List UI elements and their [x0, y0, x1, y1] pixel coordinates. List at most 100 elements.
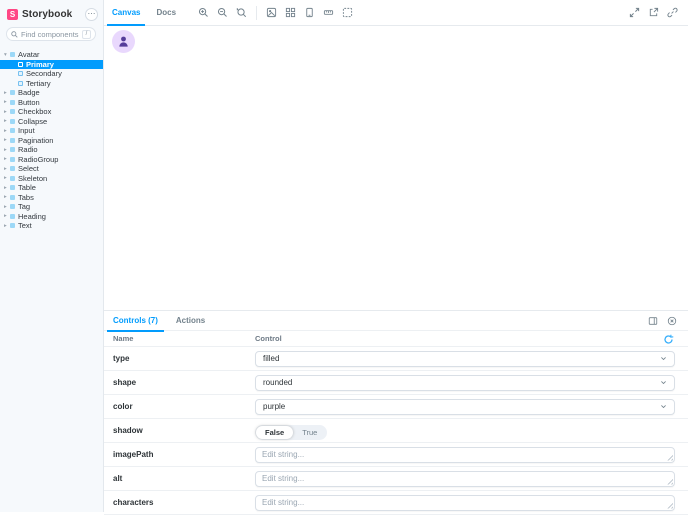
- component-icon: [10, 99, 15, 105]
- select-value: filled: [263, 354, 280, 363]
- args-table-rows: type filled shape rounded color purple shadow F…: [104, 347, 688, 515]
- sidebar-item-select[interactable]: ▸ Select: [0, 164, 103, 174]
- chevron-down-icon: [661, 357, 666, 361]
- sidebar-item-input[interactable]: ▸ Input: [0, 126, 103, 136]
- arg-control-cell: Edit string...: [255, 494, 688, 511]
- component-icon: [10, 52, 15, 58]
- brand-title: Storybook: [22, 8, 73, 20]
- sidebar-item-label: RadioGroup: [18, 154, 59, 164]
- sidebar-item-radiogroup[interactable]: ▸ RadioGroup: [0, 155, 103, 165]
- sidebar-item-badge[interactable]: ▸ Badge: [0, 88, 103, 98]
- control-row-imagepath: imagePath Edit string...: [104, 443, 688, 467]
- viewport-icon[interactable]: [303, 6, 317, 20]
- sidebar-item-label: Collapse: [18, 116, 48, 126]
- reset-controls-icon[interactable]: [663, 334, 674, 345]
- toggle-shadow[interactable]: False True: [255, 424, 328, 440]
- sidebar-item-pagination[interactable]: ▸ Pagination: [0, 136, 103, 146]
- story-label: Primary: [26, 59, 54, 69]
- menu-icon[interactable]: ⋯: [85, 7, 98, 21]
- resize-handle-icon[interactable]: [667, 502, 673, 509]
- arg-name: imagePath: [113, 450, 154, 459]
- text-input-characters[interactable]: Edit string...: [255, 494, 675, 511]
- zoom-out-icon[interactable]: [216, 6, 230, 20]
- sidebar-item-label: Checkbox: [18, 107, 52, 117]
- shortcut-key: /: [82, 29, 91, 39]
- close-panel-icon[interactable]: [665, 314, 679, 328]
- sidebar-item-checkbox[interactable]: ▸ Checkbox: [0, 107, 103, 117]
- arg-control-cell: Edit string...: [255, 470, 688, 487]
- sidebar-item-avatar[interactable]: ▾ Avatar: [0, 50, 103, 60]
- control-row-alt: alt Edit string...: [104, 467, 688, 491]
- zoom-in-icon[interactable]: [197, 6, 211, 20]
- story-icon: [18, 80, 23, 86]
- resize-handle-icon[interactable]: [667, 454, 673, 461]
- sidebar-story-primary[interactable]: Primary: [0, 59, 103, 69]
- brand-row: S Storybook ⋯: [7, 6, 98, 22]
- link-icon[interactable]: [666, 6, 680, 20]
- arg-control-cell: Edit string...: [255, 446, 688, 463]
- outline-icon[interactable]: [341, 6, 355, 20]
- component-icon: [10, 223, 15, 229]
- component-icon: [10, 118, 15, 124]
- background-icon[interactable]: [265, 6, 279, 20]
- component-icon: [10, 156, 15, 162]
- sidebar-item-collapse[interactable]: ▸ Collapse: [0, 117, 103, 127]
- tab-controls[interactable]: Controls (7): [104, 311, 167, 332]
- sidebar-item-text[interactable]: ▸ Text: [0, 221, 103, 231]
- select-value: purple: [263, 402, 286, 411]
- panel-position-icon[interactable]: [646, 314, 660, 328]
- select-shape[interactable]: rounded: [255, 374, 675, 391]
- toggle-option-false[interactable]: False: [256, 425, 294, 439]
- chevron-down-icon: [661, 381, 666, 385]
- story-label: Tertiary: [26, 78, 51, 88]
- search-input[interactable]: Find components /: [6, 27, 96, 41]
- component-icon: [10, 90, 15, 96]
- story-label: Secondary: [26, 69, 62, 79]
- sidebar-item-label: Select: [18, 164, 39, 174]
- select-color[interactable]: purple: [255, 398, 675, 415]
- sidebar-item-button[interactable]: ▸ Button: [0, 98, 103, 108]
- sidebar-item-radio[interactable]: ▸ Radio: [0, 145, 103, 155]
- open-new-tab-icon[interactable]: [647, 6, 661, 20]
- toolbar-tools: [194, 5, 357, 20]
- text-input-imagepath[interactable]: Edit string...: [255, 446, 675, 463]
- text-input-alt[interactable]: Edit string...: [255, 470, 675, 487]
- text-placeholder: Edit string...: [262, 474, 305, 483]
- arg-control-cell: purple: [255, 398, 688, 415]
- component-icon: [10, 194, 15, 200]
- measure-icon[interactable]: [322, 6, 336, 20]
- canvas-preview: [104, 27, 688, 310]
- addon-panel: Controls (7) Actions Name Control type fi…: [104, 310, 688, 515]
- sidebar-item-label: Avatar: [18, 50, 40, 60]
- sidebar-item-label: Tabs: [18, 192, 34, 202]
- tab-actions[interactable]: Actions: [167, 311, 214, 331]
- fullscreen-icon[interactable]: [628, 6, 642, 20]
- sidebar-tree: ▾ Avatar Primary Secondary Tertiary ▸ Badge ▸ Bu…: [0, 50, 103, 231]
- sidebar-item-tabs[interactable]: ▸ Tabs: [0, 193, 103, 203]
- sidebar-item-heading[interactable]: ▸ Heading: [0, 212, 103, 222]
- select-type[interactable]: filled: [255, 350, 675, 367]
- grid-icon[interactable]: [284, 6, 298, 20]
- component-icon: [10, 175, 15, 181]
- sidebar-item-table[interactable]: ▸ Table: [0, 183, 103, 193]
- control-column-header: Control: [255, 334, 282, 343]
- sidebar-item-skeleton[interactable]: ▸ Skeleton: [0, 174, 103, 184]
- zoom-reset-icon[interactable]: [235, 6, 249, 20]
- toggle-option-true[interactable]: True: [293, 426, 326, 439]
- sidebar-item-tag[interactable]: ▸ Tag: [0, 202, 103, 212]
- story-icon: [18, 71, 23, 77]
- component-icon: [10, 213, 15, 219]
- tab-canvas[interactable]: Canvas: [104, 0, 148, 26]
- sidebar-story-tertiary[interactable]: Tertiary: [0, 79, 103, 89]
- chevron-down-icon: [661, 405, 666, 409]
- sidebar-item-label: Radio: [18, 145, 38, 155]
- sidebar: S Storybook ⋯ Find components / ▾ Avatar P…: [0, 0, 104, 512]
- sidebar-item-label: Table: [18, 183, 36, 193]
- arg-name: color: [113, 402, 133, 411]
- resize-handle-icon[interactable]: [667, 478, 673, 485]
- storybook-logo-icon: S: [7, 8, 18, 20]
- story-icon: [18, 61, 23, 67]
- panel-tabs: Controls (7) Actions: [104, 311, 688, 332]
- sidebar-story-secondary[interactable]: Secondary: [0, 69, 103, 79]
- tab-docs[interactable]: Docs: [148, 0, 184, 26]
